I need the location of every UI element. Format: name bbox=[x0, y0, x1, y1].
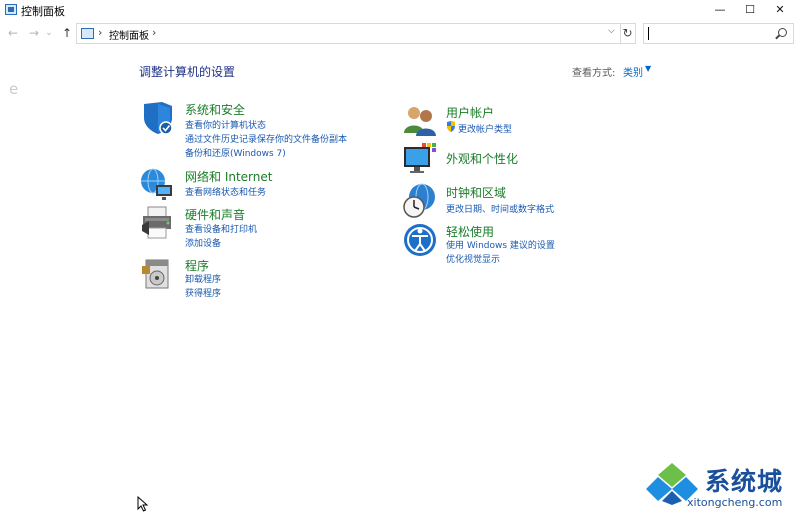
minimize-button[interactable]: — bbox=[705, 0, 735, 21]
close-button[interactable]: ✕ bbox=[765, 0, 795, 21]
network-globe-icon[interactable] bbox=[140, 167, 176, 203]
view-by-dropdown[interactable]: 类别 bbox=[623, 64, 643, 79]
forward-button[interactable]: → bbox=[26, 25, 42, 41]
link-devices-printers[interactable]: 查看设备和打印机 bbox=[185, 222, 257, 235]
programs-icon[interactable] bbox=[140, 256, 176, 292]
text-caret bbox=[648, 27, 649, 40]
shield-icon[interactable] bbox=[140, 100, 176, 136]
title-bar: 控制面板 — ☐ ✕ bbox=[0, 0, 800, 21]
link-add-device[interactable]: 添加设备 bbox=[185, 236, 221, 249]
refresh-button[interactable]: ↻ bbox=[620, 23, 636, 44]
category-title-hardware-sound[interactable]: 硬件和声音 bbox=[185, 206, 245, 223]
control-panel-window: 控制面板 — ☐ ✕ ← → ⌄ ↑ › 控制面板 › ⌵ ↻ e 调整计算机的… bbox=[0, 0, 800, 515]
link-backup-restore[interactable]: 备份和还原(Windows 7) bbox=[185, 146, 286, 159]
watermark: 系统城 xitongcheng.com bbox=[643, 458, 795, 513]
maximize-button[interactable]: ☐ bbox=[735, 0, 765, 21]
window-title: 控制面板 bbox=[21, 5, 65, 18]
chevron-right-icon[interactable]: › bbox=[98, 26, 102, 39]
category-title-clock-region[interactable]: 时钟和区域 bbox=[446, 184, 506, 201]
search-icon[interactable] bbox=[778, 28, 787, 37]
link-view-network-status[interactable]: 查看网络状态和任务 bbox=[185, 185, 266, 198]
page-title: 调整计算机的设置 bbox=[139, 65, 236, 79]
link-uninstall-program[interactable]: 卸载程序 bbox=[185, 272, 221, 285]
back-button[interactable]: ← bbox=[5, 25, 21, 41]
category-title-system-security[interactable]: 系统和安全 bbox=[185, 101, 245, 118]
link-change-date-time-format[interactable]: 更改日期、时间或数字格式 bbox=[446, 202, 554, 215]
view-by-label: 查看方式: bbox=[572, 68, 616, 79]
link-get-programs[interactable]: 获得程序 bbox=[185, 286, 221, 299]
link-file-history-backup[interactable]: 通过文件历史记录保存你的文件备份副本 bbox=[185, 132, 347, 145]
breadcrumb-control-panel[interactable]: 控制面板 bbox=[109, 27, 149, 42]
control-panel-icon bbox=[5, 4, 17, 15]
address-dropdown-icon[interactable]: ⌵ bbox=[608, 26, 615, 36]
navigation-bar: ← → ⌄ ↑ › 控制面板 › ⌵ ↻ bbox=[0, 22, 800, 46]
watermark-text: 系统城 bbox=[705, 467, 784, 496]
link-view-computer-status[interactable]: 查看你的计算机状态 bbox=[185, 118, 266, 131]
edge-icon: e bbox=[9, 80, 19, 98]
category-title-appearance[interactable]: 外观和个性化 bbox=[446, 150, 518, 167]
link-change-account-type[interactable]: 更改帐户类型 bbox=[458, 122, 512, 135]
link-optimize-visual-display[interactable]: 优化视觉显示 bbox=[446, 252, 500, 265]
up-button[interactable]: ↑ bbox=[59, 25, 75, 41]
mouse-cursor-icon bbox=[137, 496, 149, 512]
link-windows-suggested-settings[interactable]: 使用 Windows 建议的设置 bbox=[446, 238, 555, 251]
clock-globe-icon[interactable] bbox=[402, 183, 438, 219]
address-bar[interactable]: › 控制面板 › ⌵ bbox=[76, 23, 621, 44]
uac-shield-icon bbox=[447, 121, 455, 132]
control-panel-icon bbox=[81, 28, 94, 39]
category-title-user-accounts[interactable]: 用户帐户 bbox=[446, 104, 494, 121]
printer-icon[interactable] bbox=[140, 205, 176, 241]
recent-locations-button[interactable]: ⌄ bbox=[44, 25, 54, 41]
chevron-right-icon[interactable]: › bbox=[152, 26, 156, 39]
ease-of-access-icon[interactable] bbox=[402, 222, 438, 258]
category-title-network-internet[interactable]: 网络和 Internet bbox=[185, 168, 272, 185]
appearance-icon[interactable] bbox=[402, 142, 438, 178]
users-icon[interactable] bbox=[402, 103, 438, 139]
search-input[interactable] bbox=[643, 23, 794, 44]
dropdown-arrow-icon[interactable]: ▼ bbox=[645, 64, 651, 73]
watermark-url: xitongcheng.com bbox=[687, 496, 783, 509]
